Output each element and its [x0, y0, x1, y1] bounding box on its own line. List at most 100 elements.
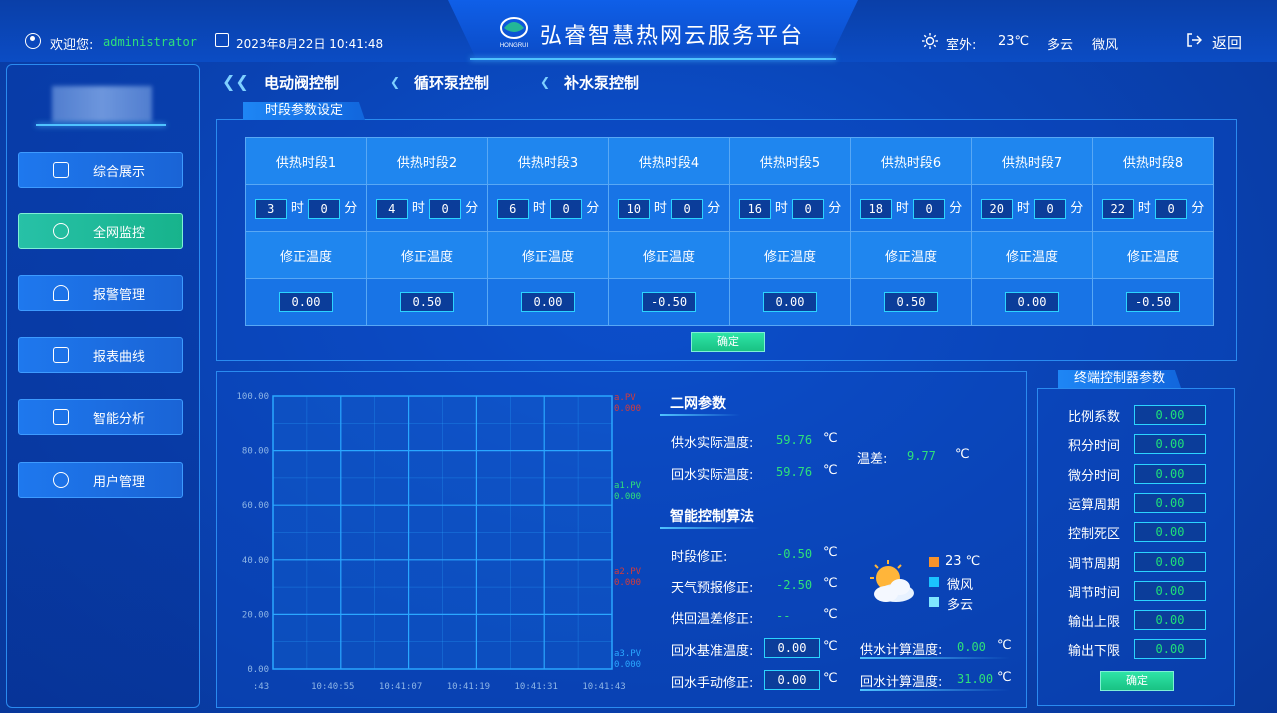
series-name-label: a3.PV: [614, 649, 642, 659]
tab-chevron-icon: ❮: [540, 75, 551, 89]
terminal-param-input[interactable]: 0.00: [1134, 639, 1206, 660]
alarm-light-icon: [53, 285, 69, 301]
tab-makeup-pump[interactable]: 补水泵控制: [564, 72, 639, 93]
x-tick-label: 10:41:07: [379, 682, 422, 692]
minute-input[interactable]: 0: [1034, 198, 1067, 219]
minute-input[interactable]: 0: [671, 198, 704, 219]
title-underline: [470, 58, 836, 60]
terminal-param-label: 调节周期: [1068, 556, 1121, 572]
terminal-param-input[interactable]: 0.00: [1134, 610, 1206, 631]
user-settings-icon: [53, 472, 69, 488]
algo-title: 智能控制算法: [670, 509, 754, 525]
nav-label: 智能分析: [93, 411, 146, 427]
y-tick-label: 80.00: [242, 447, 269, 457]
section-underline: [860, 689, 1010, 691]
hour-input[interactable]: 16: [738, 198, 771, 219]
hour-input[interactable]: 10: [617, 198, 650, 219]
period-panel-title: 时段参数设定: [243, 102, 366, 120]
terminal-param-input[interactable]: 0.00: [1134, 463, 1206, 484]
supply-return-corr-value: --: [776, 609, 791, 623]
return-calc-label: 回水计算温度:: [860, 675, 943, 690]
back-icon[interactable]: [1186, 32, 1202, 48]
correction-input[interactable]: 0.00: [763, 292, 817, 312]
outdoor-temp: 23℃: [998, 34, 1030, 49]
unit: ℃: [955, 447, 970, 462]
supply-return-corr-label: 供回温差修正:: [671, 612, 754, 627]
nav-label: 全网监控: [93, 225, 146, 241]
terminal-confirm-button[interactable]: 确定: [1100, 671, 1174, 691]
correction-input[interactable]: -0.50: [1126, 292, 1180, 312]
hour-input[interactable]: 20: [980, 198, 1013, 219]
minute-input[interactable]: 0: [913, 198, 946, 219]
hour-input[interactable]: 18: [859, 198, 892, 219]
minute-input[interactable]: 0: [308, 198, 341, 219]
nav-item-report[interactable]: 报表曲线: [18, 337, 183, 373]
terminal-param-input[interactable]: 0.00: [1134, 492, 1206, 513]
hour-input[interactable]: 3: [254, 198, 287, 219]
period-confirm-button[interactable]: 确定: [691, 332, 765, 352]
temp-diff-value: 9.77: [907, 449, 936, 463]
hour-input[interactable]: 6: [496, 198, 529, 219]
nav-label: 用户管理: [93, 474, 146, 490]
nav-label: 综合展示: [93, 164, 146, 180]
avatar: [52, 86, 152, 122]
y-tick-label: 40.00: [242, 556, 269, 566]
return-manual-input[interactable]: 0.00: [764, 670, 820, 690]
nav-item-overview[interactable]: 综合展示: [18, 152, 183, 188]
correction-cell: 0.50: [850, 278, 972, 326]
section-underline: [660, 527, 760, 529]
unit: ℃: [997, 638, 1012, 653]
nav-item-alarm[interactable]: 报警管理: [18, 275, 183, 311]
minute-input[interactable]: 0: [1155, 198, 1188, 219]
unit: ℃: [823, 639, 838, 654]
correction-cell: 0.50: [366, 278, 488, 326]
terminal-param-input[interactable]: 0.00: [1134, 434, 1206, 455]
partly-cloudy-icon: [870, 560, 914, 602]
terminal-param-input[interactable]: 0.00: [1134, 551, 1206, 572]
nav-item-network-monitor[interactable]: 全网监控: [18, 213, 183, 249]
logo-text: HONGRUI: [500, 43, 529, 49]
nav-item-analysis[interactable]: 智能分析: [18, 399, 183, 435]
section-underline: [860, 657, 1010, 659]
y-tick-label: 20.00: [242, 610, 269, 620]
x-tick-label: 10:41:31: [515, 682, 558, 692]
return-calc-value: 31.00: [957, 672, 994, 686]
correction-input[interactable]: 0.00: [279, 292, 333, 312]
weather-label: 室外:: [946, 38, 977, 53]
correction-input[interactable]: 0.50: [400, 292, 454, 312]
correction-input[interactable]: 0.00: [1005, 292, 1059, 312]
back-button[interactable]: 返回: [1212, 32, 1242, 53]
correction-input[interactable]: 0.50: [884, 292, 938, 312]
terminal-param-label: 比例系数: [1068, 410, 1121, 425]
return-base-label: 回水基准温度:: [671, 644, 754, 659]
terminal-param-input[interactable]: 0.00: [1134, 405, 1206, 425]
tab-chevron-icon: ❮❮: [222, 72, 249, 91]
x-tick-label: 10:40:55: [311, 682, 354, 692]
tab-valve-control[interactable]: 电动阀控制: [264, 72, 339, 93]
minute-input[interactable]: 0: [550, 198, 583, 219]
supply-calc-value: 0.00: [957, 640, 986, 654]
supply-temp-label: 供水实际温度:: [671, 436, 754, 451]
minute-input[interactable]: 0: [429, 198, 462, 219]
terminal-param-input[interactable]: 0.00: [1134, 580, 1206, 601]
calendar-icon: [215, 33, 229, 47]
forecast-corr-label: 天气预报修正:: [671, 581, 754, 596]
hour-input[interactable]: 22: [1101, 198, 1134, 219]
period-header: 供热时段4: [608, 137, 730, 185]
period-time-cell: 22 时 0 分: [1092, 184, 1214, 232]
hour-input[interactable]: 4: [375, 198, 408, 219]
nav-label: 报警管理: [93, 287, 146, 303]
brand-logo-icon: HONGRUI: [500, 17, 529, 49]
return-base-input[interactable]: 0.00: [764, 638, 820, 658]
minute-input[interactable]: 0: [792, 198, 825, 219]
unit: ℃: [823, 545, 838, 560]
terminal-param-label: 控制死区: [1068, 527, 1121, 543]
correction-input[interactable]: -0.50: [642, 292, 696, 312]
correction-input[interactable]: 0.00: [521, 292, 575, 312]
correction-cell: -0.50: [608, 278, 730, 326]
nav-item-users[interactable]: 用户管理: [18, 462, 183, 498]
terminal-param-input[interactable]: 0.00: [1134, 522, 1206, 543]
unit: ℃: [997, 670, 1012, 685]
unit: ℃: [823, 671, 838, 686]
tab-circulation-pump[interactable]: 循环泵控制: [414, 72, 489, 93]
